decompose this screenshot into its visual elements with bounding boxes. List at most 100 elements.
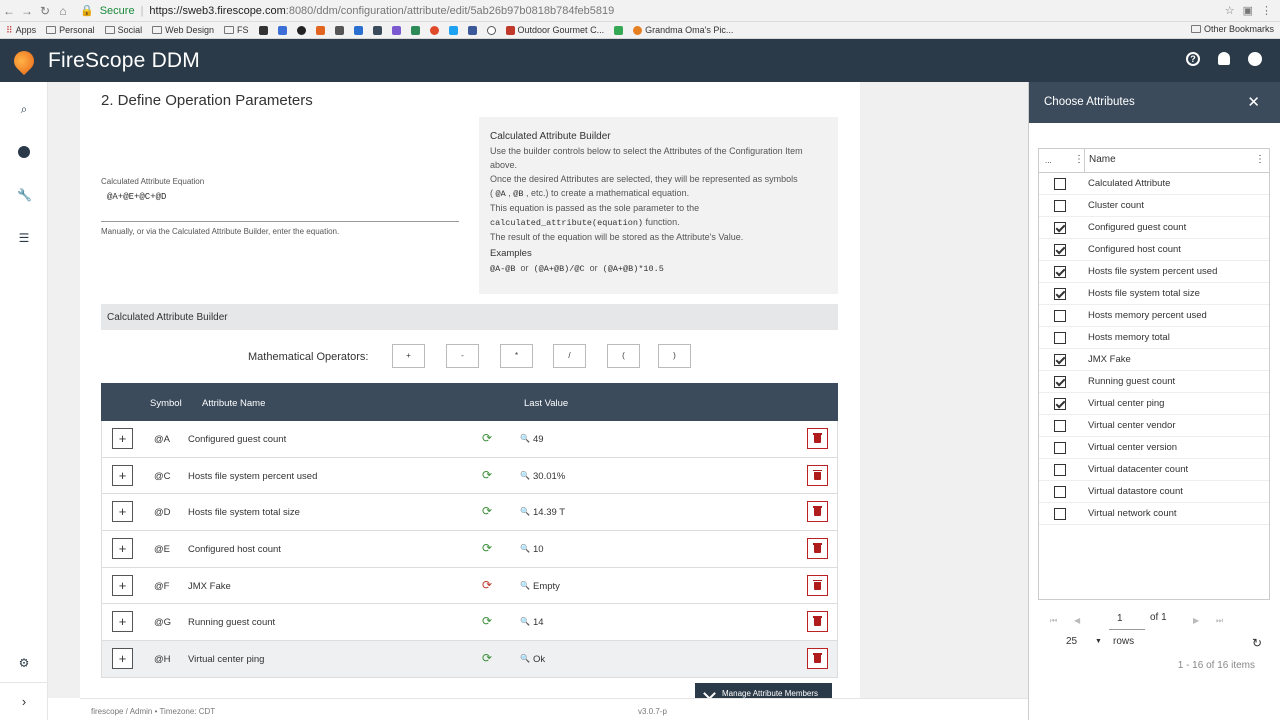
browser-menu-icon[interactable]: ⋮	[1261, 4, 1272, 17]
delete-row-button[interactable]	[807, 611, 828, 633]
list-item[interactable]: Hosts memory total	[1039, 327, 1269, 349]
check-icon[interactable]	[353, 25, 363, 35]
attribute-checkbox[interactable]	[1054, 464, 1066, 476]
attribute-checkbox[interactable]	[1054, 376, 1066, 388]
other-bookmarks[interactable]: Other Bookmarks	[1190, 24, 1274, 34]
operator-minus-button[interactable]: -	[446, 344, 479, 368]
reload-icon[interactable]: ↻	[36, 4, 54, 18]
attribute-checkbox[interactable]	[1054, 420, 1066, 432]
list-item[interactable]: Hosts memory percent used	[1039, 305, 1269, 327]
brand-name[interactable]: FireScope DDM	[48, 49, 200, 73]
search-icon[interactable]: 🔍	[520, 654, 530, 663]
search-icon[interactable]: ⌕	[17, 102, 31, 116]
refresh-status-icon[interactable]: ⟳	[482, 652, 492, 664]
refresh-status-icon[interactable]: ⟳	[482, 469, 492, 481]
github-icon[interactable]	[296, 25, 306, 35]
search-icon[interactable]: 🔍	[520, 434, 530, 443]
bookmark-apps[interactable]: ⠿ Apps	[6, 25, 36, 36]
refresh-status-icon[interactable]: ⟳	[482, 432, 492, 444]
equation-input[interactable]: @A+@E+@C+@D	[101, 188, 459, 222]
delete-row-button[interactable]	[807, 428, 828, 449]
delete-row-button[interactable]	[807, 574, 828, 596]
delete-row-button[interactable]	[807, 464, 828, 486]
list-item[interactable]: Configured guest count	[1039, 217, 1269, 239]
expand-row-button[interactable]: +	[112, 538, 133, 560]
operator-plus-button[interactable]: +	[392, 344, 425, 368]
list-item[interactable]: Virtual network count	[1039, 503, 1269, 525]
select-column-header[interactable]: ...	[1045, 156, 1052, 165]
bookmark-social[interactable]: Social	[104, 25, 142, 35]
search-icon[interactable]: 🔍	[520, 471, 530, 480]
list-item[interactable]: Virtual center ping	[1039, 393, 1269, 415]
expand-row-button[interactable]: +	[112, 611, 133, 633]
back-icon[interactable]: ←	[0, 4, 18, 18]
page-input[interactable]: 1	[1109, 608, 1145, 630]
address-bar[interactable]: 🔒 Secure | https://sweb3.firescope.com:8…	[80, 2, 1225, 20]
bookmark-star-icon[interactable]: ☆	[1225, 4, 1235, 17]
expand-row-button[interactable]: +	[112, 428, 133, 449]
search-icon[interactable]: 🔍	[520, 507, 530, 516]
list-item[interactable]: Virtual datacenter count	[1039, 459, 1269, 481]
attribute-checkbox[interactable]	[1054, 244, 1066, 256]
page-size-select[interactable]: 25	[1066, 636, 1077, 647]
attribute-checkbox[interactable]	[1054, 178, 1066, 190]
list-item[interactable]: Hosts file system total size	[1039, 283, 1269, 305]
attribute-checkbox[interactable]	[1054, 200, 1066, 212]
attribute-checkbox[interactable]	[1054, 288, 1066, 300]
refresh-status-icon[interactable]: ⟳	[482, 579, 492, 591]
operator-close-paren-button[interactable]: )	[658, 344, 691, 368]
account-icon[interactable]	[1248, 52, 1262, 66]
first-page-icon[interactable]: ⏮	[1050, 616, 1057, 626]
close-icon[interactable]: ✕	[1247, 93, 1260, 111]
list-item[interactable]: JMX Fake	[1039, 349, 1269, 371]
attribute-checkbox[interactable]	[1054, 486, 1066, 498]
home-icon[interactable]: ⌂	[54, 4, 72, 18]
forward-icon[interactable]: →	[18, 4, 36, 18]
help-icon[interactable]: ?	[1186, 52, 1200, 66]
refresh-icon[interactable]: ↻	[1252, 636, 1262, 650]
bookmark-grandma-oma[interactable]: Grandma Oma's Pic...	[633, 25, 733, 35]
manage-attribute-members-button[interactable]: Manage Attribute Members	[695, 683, 832, 698]
attribute-checkbox[interactable]	[1054, 222, 1066, 234]
expand-row-button[interactable]: +	[112, 501, 133, 523]
search-icon[interactable]: 🔍	[520, 617, 530, 626]
attribute-checkbox[interactable]	[1054, 442, 1066, 454]
firescope-logo-icon[interactable]	[9, 46, 39, 75]
facebook-icon[interactable]	[467, 25, 477, 35]
name-column-header[interactable]: Name	[1089, 154, 1116, 165]
operator-divide-button[interactable]: /	[553, 344, 586, 368]
expand-sidebar-chevron-icon[interactable]: ›	[0, 682, 48, 720]
extension-icon[interactable]: ▣	[1243, 4, 1253, 17]
list-item[interactable]: Virtual datastore count	[1039, 481, 1269, 503]
last-page-icon[interactable]: ⏭	[1216, 616, 1223, 626]
attribute-checkbox[interactable]	[1054, 398, 1066, 410]
wrench-icon[interactable]: 🔧	[17, 188, 32, 202]
bookmark-outdoor-gourmet[interactable]: Outdoor Gourmet C...	[505, 25, 604, 35]
cube-icon[interactable]	[391, 25, 401, 35]
reddit-icon[interactable]	[429, 25, 439, 35]
twitter-icon[interactable]	[448, 25, 458, 35]
bookmark-fs[interactable]: FS	[224, 25, 249, 35]
doc-icon[interactable]	[410, 25, 420, 35]
attribute-checkbox[interactable]	[1054, 310, 1066, 322]
bookmark-web-design[interactable]: Web Design	[152, 25, 214, 35]
bookmark-personal[interactable]: Personal	[46, 25, 95, 35]
expand-row-button[interactable]: +	[112, 648, 133, 670]
sliders-icon[interactable]: ☰	[17, 231, 31, 245]
attribute-checkbox[interactable]	[1054, 354, 1066, 366]
expand-row-button[interactable]: +	[112, 464, 133, 486]
column-menu-icon[interactable]: ⋮	[1074, 154, 1084, 165]
bell-icon[interactable]	[1218, 52, 1230, 65]
delete-row-button[interactable]	[807, 501, 828, 523]
chevron-down-icon[interactable]: ▼	[1095, 638, 1102, 645]
camera-icon[interactable]	[258, 25, 268, 35]
list-item[interactable]: Virtual center version	[1039, 437, 1269, 459]
search-icon[interactable]: 🔍	[520, 581, 530, 590]
column-menu-icon[interactable]: ⋮	[1255, 154, 1265, 165]
list-item[interactable]: Running guest count	[1039, 371, 1269, 393]
play-icon[interactable]	[614, 25, 624, 35]
list-item[interactable]: Calculated Attribute	[1039, 173, 1269, 195]
refresh-status-icon[interactable]: ⟳	[482, 615, 492, 627]
gitlab-icon[interactable]	[315, 25, 325, 35]
refresh-status-icon[interactable]: ⟳	[482, 542, 492, 554]
